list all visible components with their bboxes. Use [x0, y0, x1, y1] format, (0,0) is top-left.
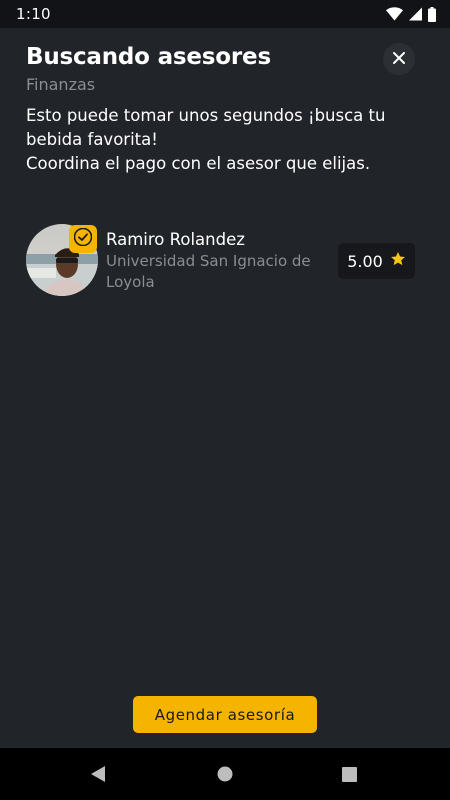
star-icon	[390, 251, 406, 271]
verified-badge	[69, 225, 97, 253]
status-time: 1:10	[16, 5, 51, 23]
rating-value: 5.00	[347, 251, 383, 271]
rating-badge: 5.00	[338, 243, 415, 279]
close-icon	[393, 51, 405, 67]
close-button[interactable]	[383, 43, 415, 75]
advisor-card[interactable]: Ramiro Rolandez Universidad San Ignacio …	[26, 224, 416, 298]
signal-icon	[409, 7, 422, 21]
search-description: Esto puede tomar unos segundos ¡busca tu…	[26, 104, 386, 176]
navigation-bar	[0, 748, 450, 800]
back-icon[interactable]	[86, 762, 110, 786]
advisor-name: Ramiro Rolandez	[106, 230, 245, 249]
description-line-1: Esto puede tomar unos segundos ¡busca tu…	[26, 106, 386, 149]
status-bar: 1:10	[0, 0, 450, 28]
page-title: Buscando asesores	[26, 44, 271, 70]
status-icons	[386, 6, 436, 22]
recents-icon[interactable]	[337, 762, 361, 786]
battery-icon	[428, 6, 436, 22]
check-icon	[73, 227, 93, 250]
wifi-icon	[386, 7, 403, 21]
home-icon[interactable]	[213, 762, 237, 786]
schedule-advisory-button[interactable]: Agendar asesoría	[133, 696, 317, 733]
advisor-school: Universidad San Ignacio de Loyola	[106, 252, 311, 291]
page-subtitle: Finanzas	[26, 75, 96, 94]
description-line-2: Coordina el pago con el asesor que elija…	[26, 154, 371, 173]
